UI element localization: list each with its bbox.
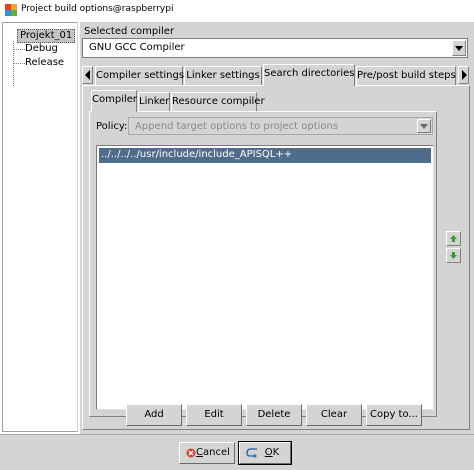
copy-to-button[interactable]: Copy to... [366,404,422,426]
target-tree[interactable]: Projekt_01 Debug Release [2,22,78,432]
chevron-down-icon [455,46,463,51]
app-icon [5,4,17,16]
delete-button[interactable]: Delete [246,404,302,426]
edit-button[interactable]: Edit [186,404,242,426]
tree-item-release[interactable]: Release [25,56,64,70]
tab-linker-settings[interactable]: Linker settings [184,66,262,86]
tree-connector [13,63,25,64]
ok-icon [246,448,257,458]
policy-select-value: Append target options to project options [135,121,339,132]
policy-select[interactable]: Append target options to project options [128,117,433,135]
ok-button[interactable]: OK [238,441,292,465]
cancel-icon [186,448,196,458]
title-bar: Project build options@raspberrypi [0,0,474,20]
options-panel: Selected compiler GNU GCC Compiler Compi… [80,22,474,434]
tab-scroll-right-button[interactable] [458,66,469,84]
chevron-down-icon [420,124,428,129]
arrow-right-icon [462,70,467,80]
subtab-compiler[interactable]: Compiler [91,90,137,112]
dialog-button-bar: Cancel OK [0,434,474,470]
move-down-button[interactable] [446,248,461,263]
subtab-linker[interactable]: Linker [138,92,170,112]
compiler-select[interactable]: GNU GCC Compiler [82,38,468,58]
tab-pre-post-build-steps[interactable]: Pre/post build steps [356,66,456,86]
policy-dropdown-button[interactable] [417,119,431,133]
tab-scroll-left-button[interactable] [82,66,93,84]
tree-item-debug[interactable]: Debug [25,42,58,56]
tab-search-directories[interactable]: Search directories [263,64,355,86]
selected-compiler-label: Selected compiler [84,26,175,37]
arrow-left-icon [85,70,90,80]
policy-label: Policy: [96,121,128,132]
tree-item-project[interactable]: Projekt_01 [17,29,76,43]
tab-compiler-settings[interactable]: Compiler settings [95,66,184,86]
cancel-button[interactable]: Cancel [179,442,235,464]
move-up-button[interactable] [446,231,461,246]
search-directories-page: Compiler Linker Resource compiler Policy… [82,85,470,430]
clear-button[interactable]: Clear [306,404,362,426]
tree-connector [13,49,25,50]
subtab-resource-compiler[interactable]: Resource compiler [171,92,265,112]
compiler-select-value: GNU GCC Compiler [89,42,185,53]
compiler-dirs-page: Policy: Append target options to project… [89,111,437,417]
directories-list[interactable]: ../../../../usr/include/include_APISQL++ [96,145,434,410]
arrow-up-icon [450,235,457,242]
arrow-down-icon [450,252,457,259]
compiler-dropdown-button[interactable] [452,40,466,56]
add-button[interactable]: Add [126,404,182,426]
window-title: Project build options@raspberrypi [21,4,174,14]
list-item[interactable]: ../../../../usr/include/include_APISQL++ [99,148,431,163]
